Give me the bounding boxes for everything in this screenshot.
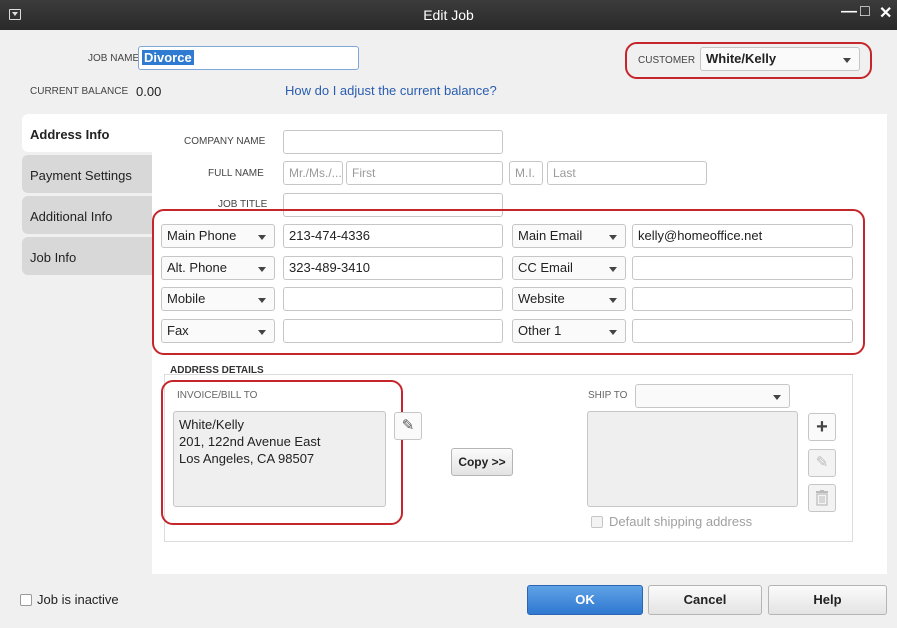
full-name-label: FULL NAME	[208, 168, 264, 179]
contact-type-label: Mobile	[167, 291, 206, 306]
edit-ship-address-button[interactable]: ✎	[808, 449, 836, 477]
maximize-icon[interactable]: □	[860, 3, 870, 21]
chevron-down-icon	[258, 267, 266, 272]
contact-type-label: Main Phone	[167, 228, 237, 243]
edit-address-button[interactable]: ✎	[394, 412, 422, 440]
bill-to-line: Los Angeles, CA 98507	[179, 451, 315, 466]
contact-type-select-4[interactable]: Fax	[161, 319, 275, 343]
alt-phone-input[interactable]: 323-489-3410	[283, 256, 503, 280]
contact-type-select-2[interactable]: Alt. Phone	[161, 256, 275, 280]
customer-label: CUSTOMER	[638, 55, 696, 66]
chevron-down-icon	[609, 298, 617, 303]
contact-value: 213-474-4336	[289, 228, 370, 243]
plus-icon: +	[816, 416, 828, 438]
chevron-down-icon	[773, 395, 781, 400]
chevron-down-icon	[258, 330, 266, 335]
bill-to-line: White/Kelly	[179, 417, 245, 432]
main-phone-input[interactable]: 213-474-4336	[283, 224, 503, 248]
last-name-placeholder: Last	[553, 166, 576, 180]
add-address-button[interactable]: +	[808, 413, 836, 441]
default-shipping-checkbox[interactable]	[591, 516, 603, 528]
contact-type-select-8[interactable]: Other 1	[512, 319, 626, 343]
middle-initial-input[interactable]: M.I.	[509, 161, 543, 185]
salutation-input[interactable]: Mr./Ms./...	[283, 161, 343, 185]
adjust-balance-link[interactable]: How do I adjust the current balance?	[285, 83, 497, 98]
bill-to-address[interactable]: White/Kelly 201, 122nd Avenue East Los A…	[173, 411, 386, 507]
contact-value: kelly@homeoffice.net	[638, 228, 763, 243]
bill-to-line: 201, 122nd Avenue East	[179, 434, 321, 449]
bill-to-label: INVOICE/BILL TO	[177, 390, 258, 401]
delete-address-button[interactable]	[808, 484, 836, 512]
tab-payment-settings[interactable]: Payment Settings	[22, 155, 152, 193]
customer-dropdown[interactable]: White/Kelly	[700, 47, 860, 71]
title-bar: Edit Job — □ ✕	[0, 0, 897, 30]
contact-type-label: Alt. Phone	[167, 260, 227, 275]
salutation-placeholder: Mr./Ms./...	[289, 166, 342, 180]
contact-type-select-3[interactable]: Mobile	[161, 287, 275, 311]
contact-type-label: Fax	[167, 323, 189, 338]
ship-to-label: SHIP TO	[588, 390, 628, 401]
middle-initial-placeholder: M.I.	[515, 166, 535, 180]
mobile-input[interactable]	[283, 287, 503, 311]
copy-address-button[interactable]: Copy >>	[451, 448, 513, 476]
job-name-label: JOB NAME	[88, 53, 140, 64]
company-name-label: COMPANY NAME	[184, 136, 266, 147]
chevron-down-icon	[258, 235, 266, 240]
job-name-input[interactable]: Divorce	[138, 46, 359, 70]
ship-to-dropdown[interactable]	[635, 384, 790, 408]
default-shipping-label: Default shipping address	[609, 514, 753, 529]
contact-type-select-6[interactable]: CC Email	[512, 256, 626, 280]
close-icon[interactable]: ✕	[879, 3, 892, 23]
ok-button[interactable]: OK	[527, 585, 643, 615]
help-button[interactable]: Help	[768, 585, 887, 615]
cancel-button[interactable]: Cancel	[648, 585, 762, 615]
customer-value: White/Kelly	[706, 51, 777, 66]
pencil-icon: ✎	[401, 417, 415, 434]
tab-additional-info[interactable]: Additional Info	[22, 196, 152, 234]
fax-input[interactable]	[283, 319, 503, 343]
company-name-input[interactable]	[283, 130, 503, 154]
main-email-input[interactable]: kelly@homeoffice.net	[632, 224, 853, 248]
tab-job-info[interactable]: Job Info	[22, 237, 152, 275]
contact-value: 323-489-3410	[289, 260, 370, 275]
contact-type-select-7[interactable]: Website	[512, 287, 626, 311]
job-inactive-label: Job is inactive	[37, 592, 119, 607]
website-input[interactable]	[632, 287, 853, 311]
contact-type-select-5[interactable]: Main Email	[512, 224, 626, 248]
other-1-input[interactable]	[632, 319, 853, 343]
window-title: Edit Job	[423, 7, 474, 23]
first-name-input[interactable]: First	[346, 161, 503, 185]
chevron-down-icon	[258, 298, 266, 303]
balance-value: 0.00	[136, 84, 162, 99]
first-name-placeholder: First	[352, 166, 376, 180]
chevron-down-icon	[843, 58, 851, 63]
cc-email-input[interactable]	[632, 256, 853, 280]
trash-icon	[816, 490, 828, 506]
contact-type-label: Other 1	[518, 323, 562, 338]
balance-label: CURRENT BALANCE	[30, 86, 129, 97]
job-name-value: Divorce	[142, 50, 194, 65]
tab-address-info[interactable]: Address Info	[22, 114, 152, 152]
chevron-down-icon	[609, 267, 617, 272]
contact-type-label: Website	[518, 291, 565, 306]
last-name-input[interactable]: Last	[547, 161, 707, 185]
ship-to-address[interactable]	[587, 411, 798, 507]
contact-type-select-1[interactable]: Main Phone	[161, 224, 275, 248]
chevron-down-icon	[609, 235, 617, 240]
contact-type-label: Main Email	[518, 228, 583, 243]
job-inactive-checkbox[interactable]	[20, 594, 32, 606]
contact-type-label: CC Email	[518, 260, 573, 275]
minimize-icon[interactable]: —	[841, 3, 857, 21]
pencil-icon: ✎	[815, 454, 829, 471]
chevron-down-icon	[609, 330, 617, 335]
